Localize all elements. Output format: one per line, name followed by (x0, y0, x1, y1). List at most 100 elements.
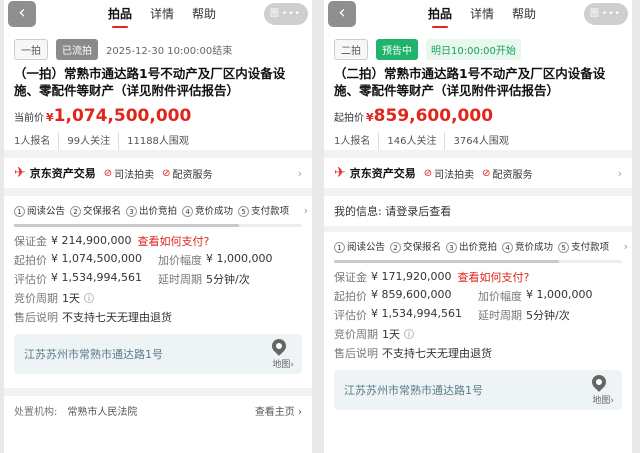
tab-help[interactable]: 帮助 (512, 5, 536, 22)
jd-logo-icon: ✈ (14, 165, 26, 181)
org-name: 常熟市人民法院 (67, 406, 138, 418)
deposit-value: ¥ 214,900,000 (51, 234, 132, 247)
step-number-icon: 2 (70, 206, 82, 217)
lot-title: （一拍）常熟市通达路1号不动产及厂区内设备设施、零配件等财产（详见附件评估报告） (14, 66, 286, 98)
auction-info: 保证金 ¥ 171,920,000 查看如何支付? 起拍价 ¥ 859,600,0… (324, 263, 632, 362)
back-button[interactable]: ‹ (8, 1, 36, 27)
start-price-value: ¥ 859,600,000 (371, 287, 452, 301)
signup-count: 1人报名 (14, 132, 60, 150)
price-amount: 1,074,500,000 (53, 106, 192, 126)
check-icon: ⊘ (103, 167, 113, 179)
after-sale-value: 不支持七天无理由退货 (62, 310, 172, 324)
step-item: 1 阅读公告 (334, 239, 385, 253)
tab-lot[interactable]: 拍品 (428, 5, 452, 28)
follow-count: 99人关注 (67, 132, 120, 150)
info-icon[interactable]: i (84, 292, 94, 303)
start-price-label: 起拍价 (14, 253, 47, 267)
round-badge: 二拍 (334, 38, 368, 60)
step-item: 5 支付款项 (238, 203, 289, 217)
address-text: 江苏苏州市常熟市通达路1号 (344, 384, 483, 397)
chevron-right-icon: › (621, 240, 628, 253)
currency-symbol: ¥ (46, 111, 54, 124)
divider (324, 188, 632, 196)
current-price: 当前价 ¥1,074,500,000 (4, 104, 312, 130)
deposit-value: ¥ 171,920,000 (371, 270, 452, 283)
map-card[interactable]: 江苏苏州市常熟市通达路1号 地图› (334, 370, 622, 410)
increment-value: ¥ 1,000,000 (206, 251, 273, 265)
step-label: 支付款项 (571, 242, 610, 253)
map-pin-icon (589, 372, 609, 392)
org-label: 处置机构: (14, 406, 58, 418)
how-to-pay-link[interactable]: 查看如何支付? (457, 269, 529, 285)
view-count: 3764人围观 (453, 136, 509, 147)
chevron-right-icon: › (301, 204, 308, 217)
more-icon[interactable]: ••• (602, 9, 621, 19)
my-info-row[interactable]: 我的信息: 请登录后查看 (324, 196, 632, 226)
step-item: 1 阅读公告 (14, 203, 65, 217)
gallery-label: 图 (590, 9, 600, 19)
delay-label: 延时周期 (478, 308, 522, 322)
platform-row[interactable]: ✈ 京东资产交易 ⊘ 司法拍卖 ⊘ 配资服务 › (4, 158, 312, 188)
platform-row[interactable]: ✈ 京东资产交易 ⊘ 司法拍卖 ⊘ 配资服务 › (324, 158, 632, 188)
status-badge: 已流拍 (56, 38, 98, 60)
chevron-right-icon: › (297, 166, 302, 180)
step-item: 2 交保报名 (70, 203, 121, 217)
disposal-org-row: 处置机构: 常熟市人民法院 查看主页 › (4, 396, 312, 424)
start-inc-row: 起拍价 ¥ 1,074,500,000 加价幅度 ¥ 1,000,000 (14, 250, 302, 269)
tab-lot[interactable]: 拍品 (108, 5, 132, 28)
auction-panel-right: ‹ 拍品 详情 帮助 图 ••• 二拍 预告中 明日10:00:00开始 （二拍… (324, 0, 632, 453)
price-value: ¥1,074,500,000 (46, 106, 191, 126)
map-card[interactable]: 江苏苏州市常熟市通达路1号 地图› (14, 334, 302, 374)
divider (4, 188, 312, 196)
deposit-row: 保证金 ¥ 214,900,000 查看如何支付? (14, 231, 302, 250)
signup-count: 1人报名 (334, 132, 380, 150)
step-number-icon: 1 (14, 206, 25, 217)
more-icon[interactable]: ••• (282, 9, 301, 19)
period-value: 1天 (62, 291, 80, 305)
divider (4, 150, 312, 158)
step-number-icon: 1 (334, 242, 345, 253)
eval-price-value: ¥ 1,534,994,561 (371, 306, 462, 320)
jd-logo-icon: ✈ (334, 165, 346, 181)
step-number-icon: 2 (390, 242, 402, 253)
step-item: 3 出价竞拍 (446, 239, 497, 253)
auction-steps[interactable]: 1 阅读公告 2 交保报名 3 出价竞拍 4 竞价成功 5 支付款项 › (4, 196, 312, 224)
tab-details[interactable]: 详情 (470, 5, 494, 22)
map-link[interactable]: 地图› (592, 393, 614, 406)
auction-steps[interactable]: 1 阅读公告 2 交保报名 3 出价竞拍 4 竞价成功 5 支付款项 › (324, 232, 632, 260)
status-badge: 预告中 (376, 38, 418, 60)
gallery-label: 图 (270, 9, 280, 19)
tab-bar: 拍品 详情 帮助 (428, 5, 536, 28)
price-amount: 859,600,000 (373, 106, 494, 126)
auction-stats: 1人报名 99人关注 11188人围观 (4, 130, 312, 150)
start-price-value: ¥ 1,074,500,000 (51, 251, 142, 265)
eval-delay-row: 评估价 ¥ 1,534,994,561 延时周期 5分钟/次 (14, 269, 302, 288)
check-icon: ⊘ (423, 167, 433, 179)
start-inc-row: 起拍价 ¥ 859,600,000 加价幅度 ¥ 1,000,000 (334, 286, 622, 305)
follow-count: 146人关注 (387, 132, 446, 150)
check-icon: ⊘ (162, 167, 171, 179)
price-label: 起拍价 (334, 113, 364, 124)
tab-help[interactable]: 帮助 (192, 5, 216, 22)
address-text: 江苏苏州市常熟市通达路1号 (24, 348, 163, 361)
steps-scroll-fill (14, 224, 239, 227)
tab-details[interactable]: 详情 (150, 5, 174, 22)
tab-bar: 拍品 详情 帮助 (108, 5, 216, 28)
back-button[interactable]: ‹ (328, 1, 356, 27)
after-sale-row: 售后说明 不支持七天无理由退货 (334, 343, 622, 362)
gallery-button[interactable]: 图 ••• (584, 3, 628, 25)
gallery-button[interactable]: 图 ••• (264, 3, 308, 25)
round-badge: 一拍 (14, 38, 48, 60)
view-homepage-link[interactable]: 查看主页 › (255, 403, 302, 418)
map-link[interactable]: 地图› (272, 357, 294, 370)
eval-price-label: 评估价 (334, 308, 367, 322)
step-number-icon: 4 (182, 206, 194, 217)
service-financing: 配资服务 (172, 169, 213, 181)
start-price: 起拍价 ¥859,600,000 (324, 104, 632, 130)
step-label: 阅读公告 (27, 206, 66, 217)
delay-value: 5分钟/次 (206, 272, 250, 286)
delay-label: 延时周期 (158, 272, 202, 286)
how-to-pay-link[interactable]: 查看如何支付? (137, 233, 209, 249)
check-icon: ⊘ (482, 167, 491, 179)
info-icon[interactable]: i (404, 328, 414, 339)
